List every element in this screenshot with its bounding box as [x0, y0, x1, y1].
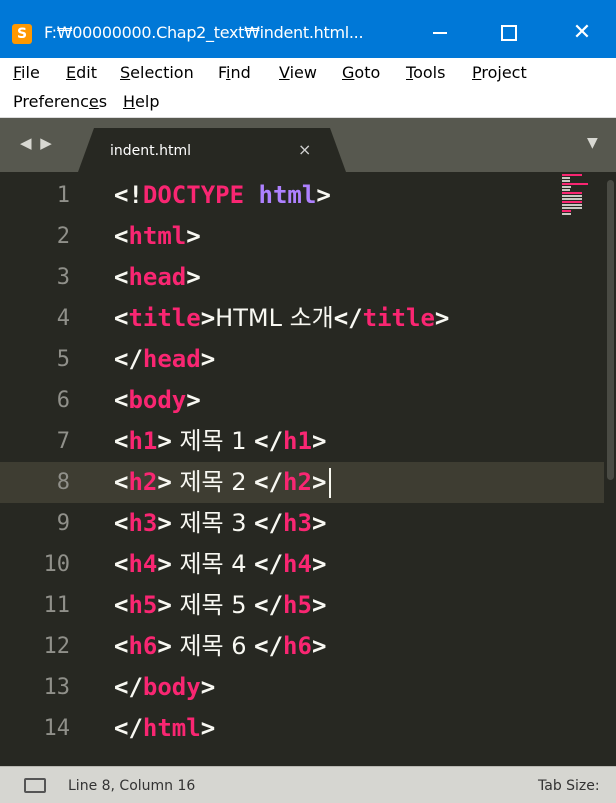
- code-text[interactable]: </html>: [114, 708, 215, 749]
- cursor-position: Line 8, Column 16: [68, 778, 196, 794]
- line-number: 14: [43, 716, 71, 741]
- menu-help[interactable]: Help: [123, 92, 159, 111]
- menu-bar: File Edit Selection Find View Goto Tools…: [0, 58, 616, 118]
- close-button[interactable]: ✕: [560, 14, 604, 52]
- menu-find[interactable]: Find: [218, 63, 251, 82]
- code-text[interactable]: <h2> 제목 2 </h2>: [114, 462, 332, 503]
- minimap-line: [562, 201, 582, 203]
- menu-tools[interactable]: Tools: [406, 63, 445, 82]
- line-number: 4: [56, 306, 70, 331]
- minimap-line: [562, 198, 582, 200]
- code-line[interactable]: 12 <h6> 제목 6 </h6>: [0, 626, 600, 667]
- code-line[interactable]: 13 </body>: [0, 667, 600, 708]
- line-number: 8: [56, 470, 70, 495]
- line-number: 7: [56, 429, 70, 454]
- tab-size-setting[interactable]: Tab Size:: [538, 778, 600, 794]
- code-line[interactable]: 14 </html>: [0, 708, 600, 749]
- minimap-line: [562, 189, 570, 191]
- code-line[interactable]: 2 <html>: [0, 216, 600, 257]
- code-line[interactable]: 10 <h4> 제목 4 </h4>: [0, 544, 600, 585]
- line-number: 5: [56, 347, 70, 372]
- menu-goto[interactable]: Goto: [342, 63, 380, 82]
- minimap-line: [562, 195, 582, 197]
- code-line[interactable]: 8 <h2> 제목 2 </h2>: [0, 462, 604, 503]
- sublime-text-icon: [12, 24, 32, 44]
- line-number: 6: [56, 388, 70, 413]
- maximize-icon: [501, 25, 517, 41]
- minimap-line: [562, 186, 572, 188]
- code-text[interactable]: <h4> 제목 4 </h4>: [114, 544, 326, 585]
- tab-indent-html[interactable]: indent.html ×: [78, 128, 346, 172]
- minimize-icon: [433, 32, 447, 34]
- minimap-line: [562, 183, 588, 185]
- line-number: 10: [43, 552, 71, 577]
- minimap[interactable]: [562, 174, 588, 218]
- code-line[interactable]: 4 <title>HTML 소개</title>: [0, 298, 600, 339]
- line-number: 13: [43, 675, 71, 700]
- maximize-button[interactable]: [487, 14, 531, 52]
- title-bar: F:₩00000000.Chap2_text₩indent.html... ✕: [0, 0, 616, 58]
- minimap-line: [562, 213, 572, 215]
- code-line[interactable]: 11 <h5> 제목 5 </h5>: [0, 585, 600, 626]
- minimap-line: [562, 180, 570, 182]
- code-text[interactable]: <h1> 제목 1 </h1>: [114, 421, 326, 462]
- line-number: 9: [56, 511, 70, 536]
- menu-edit[interactable]: Edit: [66, 63, 97, 82]
- line-number: 3: [56, 265, 70, 290]
- code-text[interactable]: </head>: [114, 339, 215, 380]
- text-cursor: [329, 468, 332, 498]
- code-line[interactable]: 5 </head>: [0, 339, 600, 380]
- line-number: 12: [43, 634, 71, 659]
- tab-label: indent.html: [110, 143, 191, 159]
- code-text[interactable]: <title>HTML 소개</title>: [114, 298, 449, 339]
- code-line[interactable]: 7 <h1> 제목 1 </h1>: [0, 421, 600, 462]
- code-text[interactable]: <h5> 제목 5 </h5>: [114, 585, 326, 626]
- minimap-line: [562, 174, 582, 176]
- code-text[interactable]: <!DOCTYPE html>: [114, 175, 331, 216]
- code-editor[interactable]: 1 <!DOCTYPE html> 2 <html> 3 <head> 4 <title>HT…: [0, 172, 616, 766]
- minimap-line: [562, 177, 570, 179]
- line-number: 11: [43, 593, 71, 618]
- tab-bar: ◀ ▶ indent.html × ▼: [0, 118, 616, 172]
- code-text[interactable]: <h3> 제목 3 </h3>: [114, 503, 326, 544]
- window-title: F:₩00000000.Chap2_text₩indent.html...: [44, 23, 364, 42]
- code-line[interactable]: 9 <h3> 제목 3 </h3>: [0, 503, 600, 544]
- tab-nav-arrows-icon[interactable]: ◀ ▶: [20, 134, 54, 152]
- line-number: 1: [56, 183, 70, 208]
- code-text[interactable]: <h6> 제목 6 </h6>: [114, 626, 326, 667]
- menu-view[interactable]: View: [279, 63, 317, 82]
- menu-selection[interactable]: Selection: [120, 63, 194, 82]
- tab-close-icon[interactable]: ×: [298, 140, 311, 159]
- panel-toggle-icon[interactable]: [24, 778, 46, 793]
- minimap-line: [562, 207, 582, 209]
- code-line[interactable]: 3 <head>: [0, 257, 600, 298]
- minimize-button[interactable]: [418, 14, 462, 52]
- menu-preferences[interactable]: Preferences: [13, 92, 107, 111]
- status-bar: Line 8, Column 16 Tab Size:: [0, 766, 616, 803]
- code-text[interactable]: </body>: [114, 667, 215, 708]
- minimap-line: [562, 192, 582, 194]
- code-line[interactable]: 6 <body>: [0, 380, 600, 421]
- line-number: 2: [56, 224, 70, 249]
- code-text[interactable]: <body>: [114, 380, 201, 421]
- code-text[interactable]: <html>: [114, 216, 201, 257]
- menu-project[interactable]: Project: [472, 63, 527, 82]
- menu-file[interactable]: File: [13, 63, 40, 82]
- code-line[interactable]: 1 <!DOCTYPE html>: [0, 175, 600, 216]
- vertical-scrollbar[interactable]: [604, 172, 616, 766]
- code-text[interactable]: <head>: [114, 257, 201, 298]
- minimap-line: [562, 204, 582, 206]
- scrollbar-thumb[interactable]: [607, 180, 614, 480]
- minimap-line: [562, 210, 572, 212]
- tabs-dropdown-icon[interactable]: ▼: [587, 135, 598, 151]
